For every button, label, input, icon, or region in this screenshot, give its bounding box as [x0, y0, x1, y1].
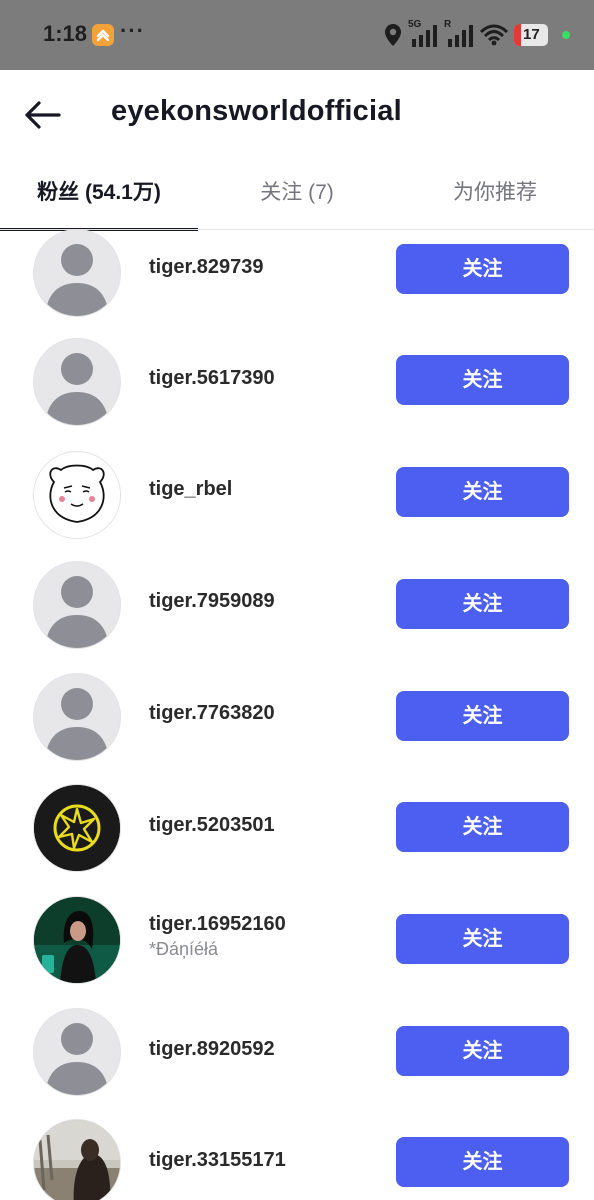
- tab-label: 关注 (7): [260, 181, 334, 204]
- username[interactable]: tiger.829739: [149, 256, 264, 279]
- avatar[interactable]: [33, 338, 121, 426]
- username[interactable]: tiger.5203501: [149, 814, 275, 837]
- avatar[interactable]: [33, 673, 121, 761]
- avatar[interactable]: [33, 896, 121, 984]
- privacy-indicator-dot: [562, 31, 570, 39]
- username[interactable]: tige_rbel: [149, 478, 232, 501]
- default-avatar-icon: [34, 562, 120, 648]
- list-item[interactable]: tiger.829739 关注: [0, 230, 594, 342]
- username[interactable]: tiger.5617390: [149, 367, 275, 390]
- default-avatar-icon: [34, 339, 120, 425]
- battery-level: 17: [523, 26, 540, 43]
- list-item[interactable]: tiger.5617390 关注: [0, 338, 594, 452]
- list-item[interactable]: tiger.7959089 关注: [0, 561, 594, 674]
- follow-button[interactable]: 关注: [396, 579, 569, 629]
- follow-button[interactable]: 关注: [396, 1026, 569, 1076]
- star-emblem-avatar-icon: [34, 785, 120, 871]
- battery-icon: 17: [514, 24, 548, 46]
- more-notifications-indicator: ···: [120, 18, 145, 43]
- follow-button[interactable]: 关注: [396, 1137, 569, 1187]
- tab-following[interactable]: 关注 (7): [198, 160, 396, 230]
- status-icons: 5G R 17: [384, 19, 570, 48]
- arrow-left-icon: [25, 101, 61, 129]
- username[interactable]: tiger.33155171: [149, 1149, 286, 1172]
- clock: 1:18: [43, 21, 88, 46]
- default-avatar-icon: [34, 674, 120, 760]
- app-notification-icon: [92, 24, 114, 46]
- username[interactable]: tiger.16952160: [149, 913, 286, 936]
- default-avatar-icon: [34, 1009, 120, 1095]
- avatar[interactable]: [33, 1008, 121, 1096]
- display-name: *Đáņíéłá: [149, 939, 219, 959]
- avatar[interactable]: [33, 451, 121, 539]
- list-item[interactable]: tiger.33155171 关注: [0, 1119, 594, 1200]
- list-item[interactable]: tiger.5203501 关注: [0, 784, 594, 897]
- header: eyekonsworldofficial: [0, 70, 594, 160]
- avatar[interactable]: [33, 784, 121, 872]
- tab-label: 粉丝 (54.1万): [37, 181, 161, 204]
- page-title: eyekonsworldofficial: [111, 95, 402, 127]
- follower-list[interactable]: tiger.829739 关注 tiger.5617390 关注 tige_rb…: [0, 230, 594, 1200]
- tab-followers[interactable]: 粉丝 (54.1万): [0, 160, 198, 231]
- tab-bar: 粉丝 (54.1万) 关注 (7) 为你推荐: [0, 160, 594, 231]
- avatar[interactable]: [33, 230, 121, 317]
- username[interactable]: tiger.8920592: [149, 1038, 275, 1061]
- follow-button[interactable]: 关注: [396, 355, 569, 405]
- avatar[interactable]: [33, 561, 121, 649]
- list-item[interactable]: tige_rbel 关注: [0, 451, 594, 564]
- wifi-icon: [480, 24, 508, 46]
- follow-button[interactable]: 关注: [396, 914, 569, 964]
- username[interactable]: tiger.7959089: [149, 590, 275, 613]
- default-avatar-icon: [34, 230, 120, 316]
- back-button[interactable]: [22, 95, 62, 135]
- list-item[interactable]: tiger.16952160 *Đáņíéłá 关注: [0, 896, 594, 1009]
- photo-avatar-icon: [34, 1120, 120, 1200]
- tab-label: 为你推荐: [453, 181, 537, 204]
- username[interactable]: tiger.7763820: [149, 702, 275, 725]
- follow-button[interactable]: 关注: [396, 244, 569, 294]
- follow-button[interactable]: 关注: [396, 802, 569, 852]
- follow-button[interactable]: 关注: [396, 691, 569, 741]
- tab-suggested[interactable]: 为你推荐: [396, 160, 594, 230]
- photo-avatar-icon: [34, 897, 120, 983]
- location-icon: [385, 24, 401, 46]
- signal-icon: 5G: [408, 19, 438, 48]
- status-bar: 1:18 ··· 5G R 17: [0, 0, 594, 70]
- avatar[interactable]: [33, 1119, 121, 1200]
- list-item[interactable]: tiger.7763820 关注: [0, 673, 594, 786]
- signal-roaming-icon: R: [444, 19, 474, 48]
- list-item[interactable]: tiger.8920592 关注: [0, 1008, 594, 1121]
- follow-button[interactable]: 关注: [396, 467, 569, 517]
- cartoon-bear-avatar-icon: [34, 452, 120, 538]
